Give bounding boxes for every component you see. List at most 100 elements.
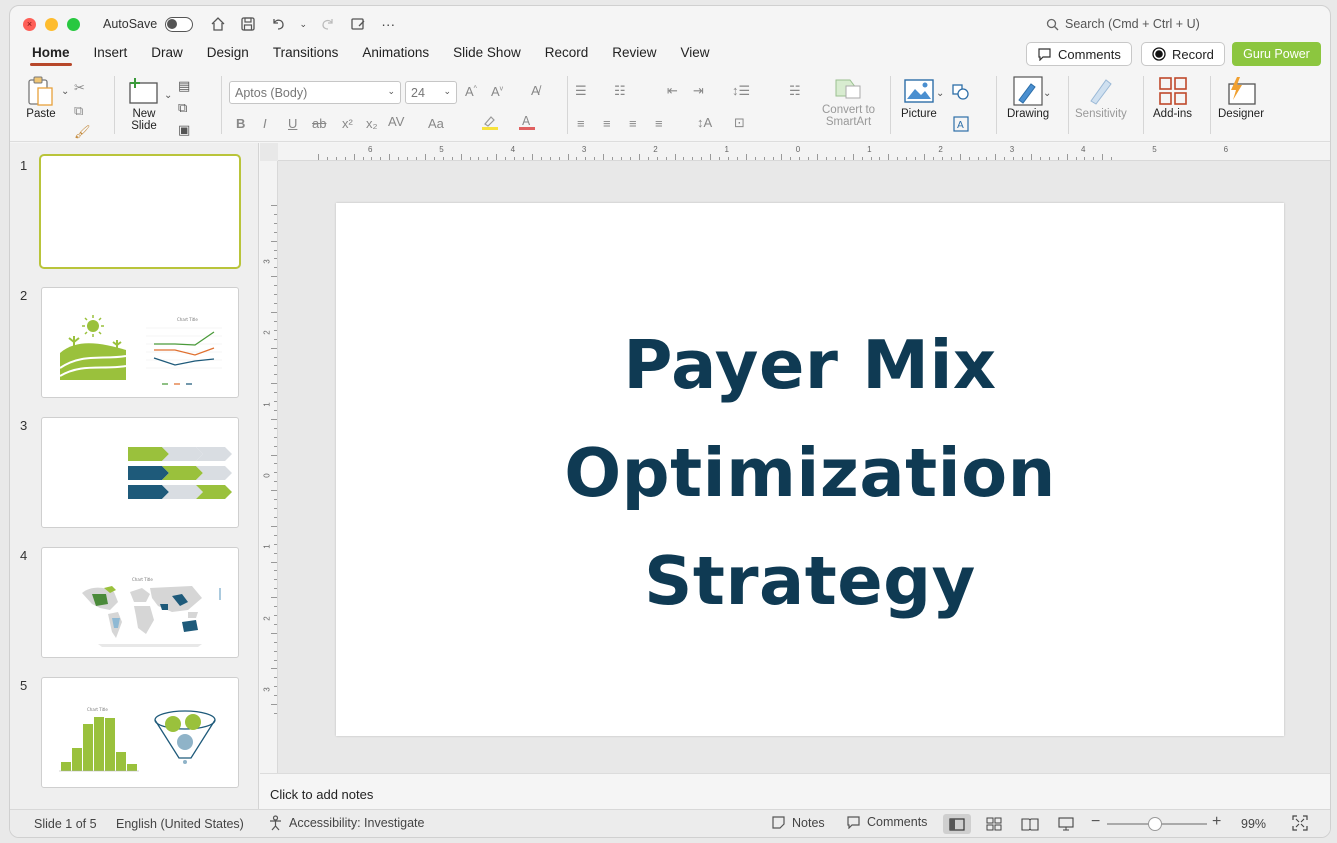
drawing-dropdown-chevron-icon[interactable]: ⌄ — [1043, 88, 1051, 99]
align-left-icon[interactable]: ≡ — [577, 116, 585, 131]
align-center-icon[interactable]: ≡ — [603, 116, 611, 131]
minimize-window-button[interactable] — [45, 17, 58, 31]
zoom-slider-handle[interactable] — [1148, 817, 1162, 831]
record-button[interactable]: Record — [1141, 42, 1225, 66]
tab-record[interactable]: Record — [533, 44, 601, 68]
paste-button[interactable]: Paste — [24, 74, 58, 120]
increase-font-icon[interactable]: A^ — [465, 84, 477, 99]
paste-dropdown-chevron-icon[interactable]: ⌄ — [61, 86, 69, 97]
tab-view[interactable]: View — [669, 44, 722, 68]
slide-canvas[interactable]: Payer Mix Optimization Strategy — [336, 203, 1284, 736]
tab-animations[interactable]: Animations — [350, 44, 441, 68]
slide-thumbnail-5[interactable]: Chart Title — [41, 677, 239, 788]
slide-title[interactable]: Payer Mix Optimization Strategy — [336, 311, 1284, 635]
strikethrough-icon[interactable]: ab — [312, 116, 326, 131]
designer-button[interactable]: Designer — [1218, 74, 1264, 120]
tab-slide-show[interactable]: Slide Show — [441, 44, 533, 68]
picture-button[interactable]: Picture — [901, 74, 937, 120]
increase-indent-icon[interactable]: ⇥ — [693, 83, 704, 99]
slide-thumbnail-1[interactable] — [39, 154, 241, 269]
justify-icon[interactable]: ≡ — [655, 116, 663, 131]
columns-icon[interactable]: ☵ — [789, 83, 801, 99]
language-indicator[interactable]: English (United States) — [116, 817, 244, 831]
ruler-tick — [647, 157, 649, 160]
sensitivity-button[interactable]: Sensitivity — [1075, 74, 1127, 120]
slide-sorter-view-icon[interactable] — [980, 814, 1008, 834]
change-case-icon[interactable]: Aa — [428, 116, 444, 131]
align-right-icon[interactable]: ≡ — [629, 116, 637, 131]
close-window-button[interactable]: × — [23, 17, 36, 31]
autosave-toggle[interactable] — [165, 16, 194, 32]
zoom-in-icon[interactable]: + — [1212, 813, 1221, 831]
layout-icon[interactable]: ▤ — [178, 78, 190, 94]
zoom-window-button[interactable] — [67, 17, 80, 31]
save-icon[interactable] — [239, 15, 257, 33]
redo-icon[interactable] — [319, 15, 337, 33]
ruler-label: 3 — [581, 145, 587, 154]
comments-button[interactable]: Comments — [1026, 42, 1132, 66]
cut-icon[interactable]: ✂ — [74, 80, 85, 96]
ruler-tick — [271, 418, 277, 420]
subscript-icon[interactable]: x₂ — [366, 116, 378, 131]
text-direction-icon[interactable]: ↕A — [697, 115, 712, 130]
notes-pane[interactable]: Click to add notes — [260, 773, 1330, 811]
guru-power-button[interactable]: Guru Power — [1232, 42, 1321, 66]
slide-thumbnail-2[interactable]: Chart Title — [41, 287, 239, 398]
ruler-tick — [1022, 157, 1024, 160]
font-size-value: 24 — [411, 85, 425, 100]
undo-dropdown-chevron-icon[interactable]: ⌄ — [299, 15, 307, 33]
slideshow-view-icon[interactable] — [1052, 814, 1080, 834]
bold-icon[interactable]: B — [236, 116, 245, 131]
fit-to-window-icon[interactable] — [1292, 815, 1308, 834]
new-slide-button[interactable]: New Slide — [127, 74, 161, 132]
align-text-icon[interactable]: ⊡ — [734, 115, 745, 131]
new-slide-dropdown-chevron-icon[interactable]: ⌄ — [164, 90, 172, 101]
more-options-icon[interactable]: ··· — [379, 15, 397, 33]
comments-toggle-button[interactable]: Comments — [846, 815, 927, 829]
accessibility-button[interactable]: Accessibility: Investigate — [268, 815, 424, 831]
shapes-icon[interactable] — [952, 84, 970, 103]
home-icon[interactable] — [209, 15, 227, 33]
add-ins-button[interactable]: Add-ins — [1153, 74, 1192, 120]
tab-review[interactable]: Review — [600, 44, 668, 68]
decrease-indent-icon[interactable]: ⇤ — [667, 83, 678, 99]
zoom-out-icon[interactable]: − — [1091, 813, 1100, 831]
font-name-dropdown-chevron-icon: ⌄ — [387, 86, 395, 96]
underline-icon[interactable]: U — [288, 116, 297, 131]
numbering-icon[interactable]: ☷ — [614, 83, 626, 99]
text-box-icon[interactable]: A — [953, 116, 969, 135]
undo-icon[interactable] — [269, 15, 287, 33]
picture-dropdown-chevron-icon[interactable]: ⌄ — [936, 88, 944, 99]
line-spacing-icon[interactable]: ↕☰ — [732, 83, 750, 99]
slide-thumbnail-3[interactable] — [41, 417, 239, 528]
copy-icon[interactable]: ⧉ — [74, 103, 83, 119]
section-icon[interactable]: ▣ — [178, 122, 190, 138]
format-painter-icon[interactable]: 🖌 — [74, 124, 91, 140]
tab-home[interactable]: Home — [20, 44, 82, 68]
font-size-select[interactable]: 24 ⌄ — [405, 81, 457, 104]
reading-view-icon[interactable] — [1016, 814, 1044, 834]
ruler-tick — [271, 347, 277, 349]
zoom-level[interactable]: 99% — [1241, 817, 1266, 831]
font-color-icon[interactable]: A — [518, 114, 536, 134]
tab-draw[interactable]: Draw — [139, 44, 195, 68]
bullets-icon[interactable]: ☰ — [575, 83, 587, 99]
clear-formatting-icon[interactable]: A̸ — [531, 83, 540, 98]
character-spacing-icon[interactable]: AV — [388, 114, 404, 129]
decrease-font-icon[interactable]: Av — [491, 84, 503, 99]
tab-design[interactable]: Design — [195, 44, 261, 68]
notes-toggle-button[interactable]: Notes — [771, 815, 825, 830]
reset-icon[interactable]: ⧉ — [178, 100, 187, 116]
tab-insert[interactable]: Insert — [82, 44, 140, 68]
slide-thumbnail-4[interactable]: Chart Title — [41, 547, 239, 658]
italic-icon[interactable]: I — [263, 116, 267, 131]
normal-view-icon[interactable] — [943, 814, 971, 834]
convert-to-smartart-button[interactable]: Convert to SmartArt — [822, 74, 875, 128]
present-icon[interactable] — [349, 15, 367, 33]
tab-transitions[interactable]: Transitions — [261, 44, 351, 68]
ruler-tick — [683, 157, 685, 160]
superscript-icon[interactable]: x² — [342, 116, 353, 131]
search-box[interactable]: Search (Cmd + Ctrl + U) — [1046, 17, 1200, 31]
highlight-icon[interactable] — [481, 114, 499, 133]
font-name-select[interactable]: Aptos (Body) ⌄ — [229, 81, 401, 104]
